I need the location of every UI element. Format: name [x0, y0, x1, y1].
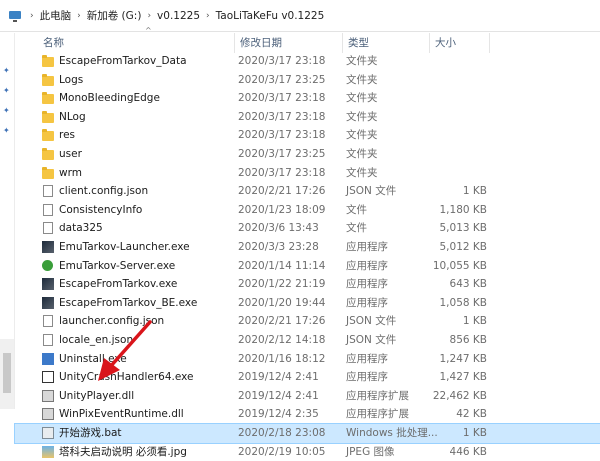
- file-name: 开始游戏.bat: [59, 427, 122, 439]
- image-file-icon: [42, 445, 54, 458]
- annotation-arrow: [98, 320, 152, 381]
- file-modified-date: 2020/2/18 23:08: [238, 427, 326, 439]
- file-size: 1 KB: [462, 427, 487, 439]
- batch-file-icon: [42, 427, 54, 439]
- file-type: JPEG 图像: [346, 445, 395, 458]
- file-modified-date: 2020/2/19 10:05: [238, 445, 326, 458]
- file-row[interactable]: 开始游戏.bat 2020/2/18 23:08 Windows 批处理... 1 K…: [14, 423, 600, 444]
- file-row[interactable]: 塔科夫启动说明 必须看.jpg 2020/2/19 10:05 JPEG 图像 446…: [15, 443, 600, 461]
- file-size: 446 KB: [449, 445, 487, 458]
- file-name: 塔科夫启动说明 必须看.jpg: [59, 445, 187, 458]
- dll-gear-icon: [42, 408, 54, 421]
- file-type: Windows 批处理...: [346, 427, 438, 439]
